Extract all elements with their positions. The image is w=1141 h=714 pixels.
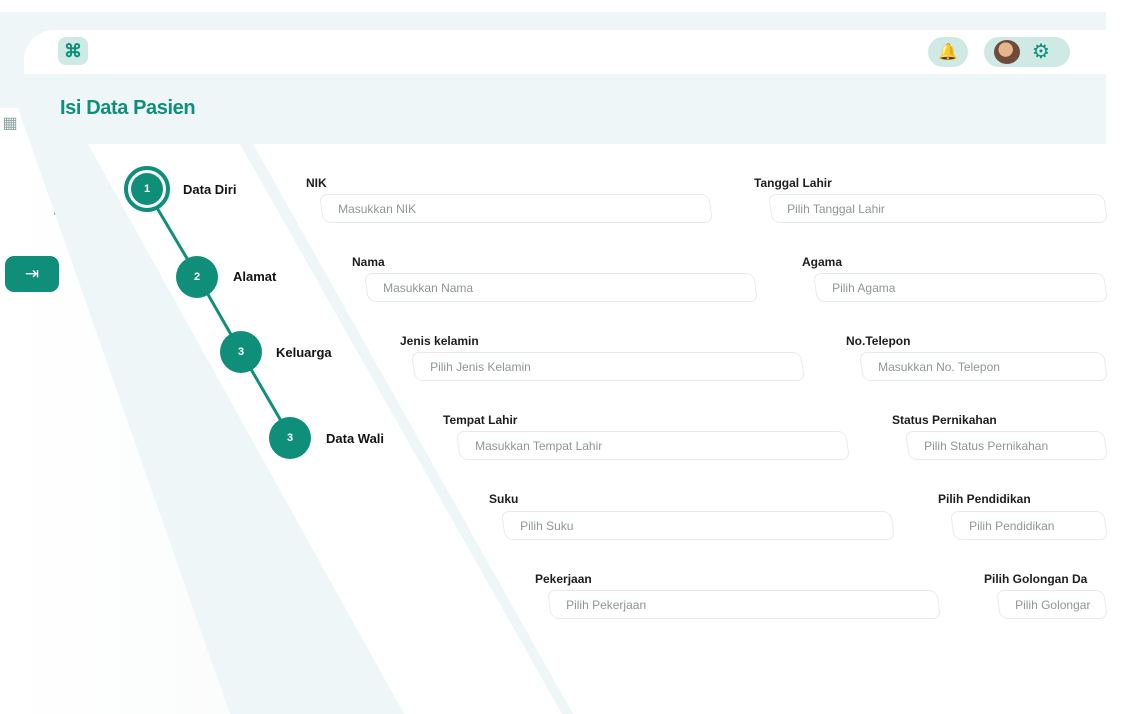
bell-icon: 🔔 — [938, 44, 958, 61]
step-label: Keluarga — [276, 345, 332, 360]
field-placeholder: Pilih Status Pernikahan — [924, 439, 1049, 453]
education-select[interactable]: Pilih Pendidikan — [949, 511, 1109, 540]
name-input[interactable]: Masukkan Nama — [363, 273, 759, 302]
field-label-gender: Jenis kelamin — [400, 334, 479, 348]
top-bar: ⌘ 🔔 ⚙ — [24, 30, 1106, 74]
sidebar-item-login[interactable]: ⇥ — [5, 256, 59, 292]
field-label-ethnicity: Suku — [489, 492, 519, 506]
notification-button[interactable]: 🔔 — [928, 37, 968, 67]
step-1[interactable]: 1 — [124, 166, 170, 212]
field-placeholder: Pilih Pekerjaan — [566, 598, 647, 612]
field-placeholder: Pilih Tanggal Lahir — [787, 202, 885, 216]
profile-menu[interactable]: ⚙ — [984, 37, 1070, 67]
field-placeholder: Masukkan NIK — [338, 202, 417, 216]
field-label-nama: Nama — [352, 255, 385, 269]
phone-input[interactable]: Masukkan No. Telepon — [858, 352, 1109, 381]
field-label-occupation: Pekerjaan — [535, 572, 592, 586]
field-placeholder: Pilih Suku — [520, 519, 574, 533]
step-label: Data Wali — [326, 431, 385, 446]
step-2[interactable]: 2 — [176, 256, 218, 298]
grid-icon[interactable]: ▦ — [0, 116, 20, 132]
religion-select[interactable]: Pilih Agama — [812, 273, 1109, 302]
step-label: Alamat — [233, 269, 277, 284]
avatar — [994, 40, 1020, 64]
field-label-birthdate: Tanggal Lahir — [754, 176, 832, 190]
field-label-birthplace: Tempat Lahir — [443, 413, 518, 427]
page-title: Isi Data Pasien — [60, 97, 196, 119]
field-placeholder: Pilih Jenis Kelamin — [430, 360, 531, 374]
birthdate-picker[interactable]: Pilih Tanggal Lahir — [767, 194, 1109, 223]
gear-icon[interactable]: ⚙ — [1032, 40, 1050, 64]
occupation-select[interactable]: Pilih Pekerjaan — [546, 590, 942, 619]
login-icon: ⇥ — [24, 264, 40, 283]
step-number: 3 — [286, 432, 294, 444]
field-placeholder: Pilih Agama — [832, 281, 896, 295]
field-label-nik: NIK — [306, 176, 327, 190]
field-label-phone: No.Telepon — [846, 334, 911, 348]
step-number: 3 — [237, 346, 245, 358]
field-label-education: Pilih Pendidikan — [938, 492, 1031, 506]
field-placeholder: Pilih Pendidikan — [969, 519, 1055, 533]
field-placeholder: Pilih Golongar — [1015, 598, 1091, 612]
marital-status-select[interactable]: Pilih Status Pernikahan — [904, 431, 1109, 460]
command-icon[interactable]: ⌘ — [58, 37, 88, 65]
field-placeholder: Masukkan No. Telepon — [878, 360, 1000, 374]
nik-input[interactable]: Masukkan NIK — [318, 194, 714, 223]
step-3[interactable]: 3 — [220, 331, 262, 373]
gender-select[interactable]: Pilih Jenis Kelamin — [410, 352, 806, 381]
blood-type-select[interactable]: Pilih Golongar — [995, 590, 1109, 619]
field-label-marital-status: Status Pernikahan — [892, 413, 997, 427]
step-number: 1 — [143, 183, 151, 195]
field-placeholder: Masukkan Nama — [383, 281, 474, 295]
field-label-religion: Agama — [802, 255, 843, 269]
birthplace-input[interactable]: Masukkan Tempat Lahir — [455, 431, 851, 460]
step-label: Data Diri — [183, 182, 237, 197]
field-placeholder: Masukkan Tempat Lahir — [475, 439, 603, 453]
step-number: 2 — [193, 271, 201, 283]
step-4[interactable]: 3 — [269, 417, 311, 459]
ethnicity-select[interactable]: Pilih Suku — [500, 511, 896, 540]
field-label-blood-type: Pilih Golongan Da — [984, 572, 1088, 586]
